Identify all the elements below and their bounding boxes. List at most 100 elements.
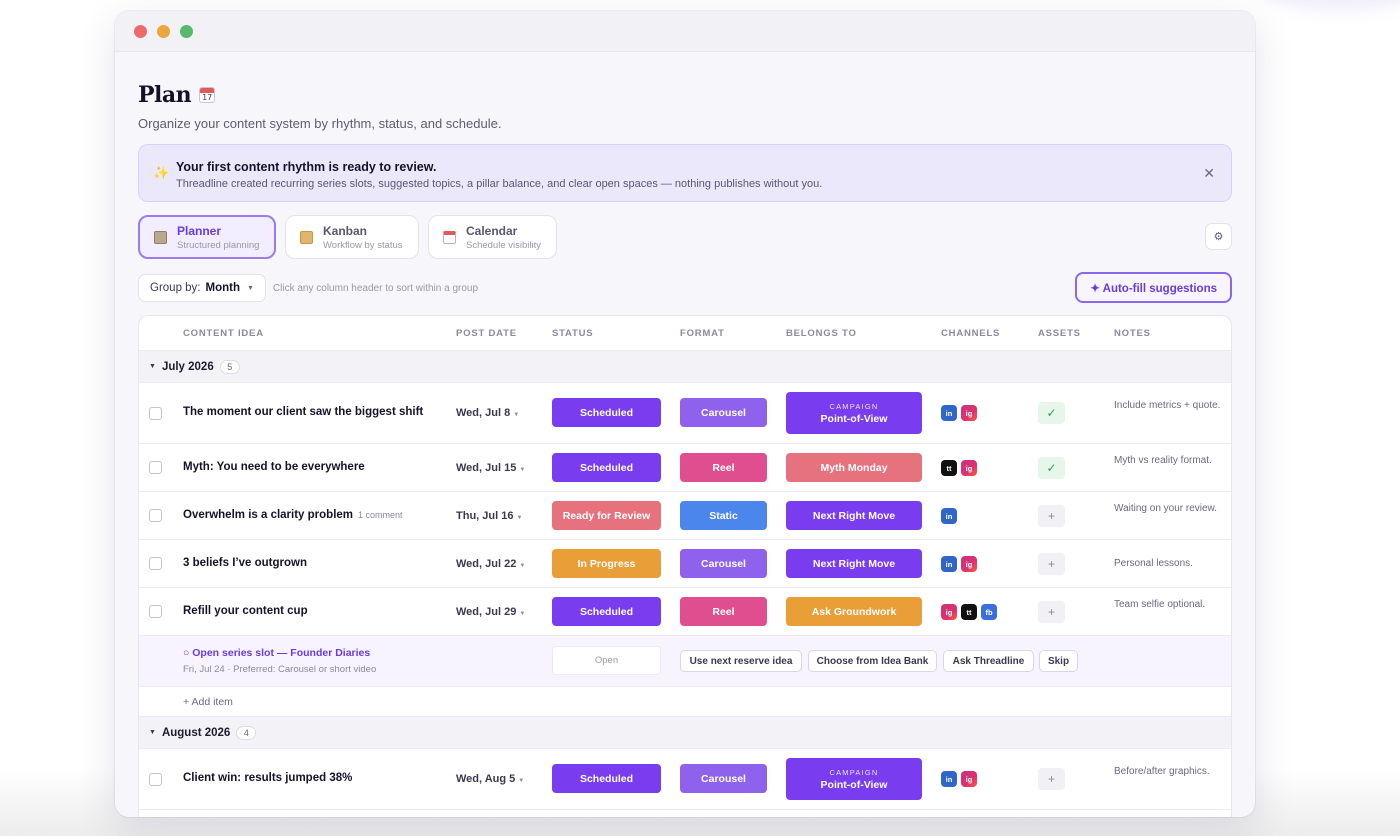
maximize-window-button[interactable] xyxy=(180,25,193,38)
date-text: Wed, Jul 29 xyxy=(456,606,517,618)
column-notes[interactable]: NOTES xyxy=(1114,328,1151,339)
status-pill[interactable]: Scheduled xyxy=(552,453,661,482)
format-pill[interactable]: Carousel xyxy=(680,764,767,793)
group-by-value: Month xyxy=(205,282,240,294)
column-status[interactable]: STATUS xyxy=(552,328,593,339)
add-asset-icon[interactable]: + xyxy=(1038,505,1065,527)
post-date[interactable]: Thu, Jul 16 ▼ xyxy=(456,510,522,522)
column-belongs-to[interactable]: BELONGS TO xyxy=(786,328,857,339)
table-row[interactable]: Overwhelm is a clarity problem 1 comment… xyxy=(139,491,1231,539)
status-pill[interactable]: Scheduled xyxy=(552,398,661,427)
campaign-kicker: CAMPAIGN xyxy=(829,767,879,777)
date-text: Thu, Jul 16 xyxy=(456,510,514,522)
format-pill[interactable]: Static xyxy=(680,501,767,530)
row-checkbox[interactable] xyxy=(149,557,162,570)
banner-close-icon[interactable]: ✕ xyxy=(1203,165,1215,182)
group-header-august[interactable]: ▼ August 2026 4 xyxy=(139,716,1231,748)
date-text: Wed, Jul 22 xyxy=(456,558,517,570)
column-content-idea[interactable]: CONTENT IDEA xyxy=(183,328,264,339)
status-pill[interactable]: Ready for Review xyxy=(552,501,661,530)
content-idea-title[interactable]: Overwhelm is a clarity problem 1 comment xyxy=(183,509,403,521)
content-idea-title[interactable]: Client win: results jumped 38% xyxy=(183,772,352,784)
table-row[interactable]: Client win: results jumped 38% Wed, Aug … xyxy=(139,748,1231,809)
add-asset-icon[interactable]: + xyxy=(1038,601,1065,623)
row-checkbox[interactable] xyxy=(149,509,162,522)
post-date[interactable]: Wed, Jul 15 ▼ xyxy=(456,462,525,474)
choose-from-idea-bank-button[interactable]: Choose from Idea Bank xyxy=(808,650,937,672)
add-item-button[interactable]: + Add item xyxy=(183,696,233,708)
row-checkbox[interactable] xyxy=(149,407,162,420)
content-idea-title[interactable]: Myth: You need to be everywhere xyxy=(183,461,365,473)
auto-fill-suggestions-button[interactable]: ✦ Auto-fill suggestions xyxy=(1075,272,1232,303)
add-asset-icon[interactable]: + xyxy=(1038,768,1065,790)
belongs-to-pill[interactable]: Myth Monday xyxy=(786,453,922,482)
instagram-icon: ig xyxy=(961,771,977,787)
ask-threadline-button[interactable]: Ask Threadline xyxy=(943,650,1034,672)
collapse-triangle-icon: ▼ xyxy=(149,363,156,370)
minimize-window-button[interactable] xyxy=(157,25,170,38)
table-row[interactable]: The moment our client saw the biggest sh… xyxy=(139,382,1231,443)
group-count: 5 xyxy=(219,359,240,374)
table-row[interactable]: 3 beliefs I’ve outgrown Wed, Jul 22 ▼ In … xyxy=(139,539,1231,587)
page-heading: Plan 17 xyxy=(138,82,1232,108)
open-slot-subtitle: Fri, Jul 24 · Preferred: Carousel or sho… xyxy=(183,664,377,675)
table-row[interactable]: Refill your content cup Wed, Jul 29 ▼ Sch… xyxy=(139,587,1231,635)
sparkle-icon: ✨ xyxy=(153,165,170,180)
folder-icon xyxy=(300,230,313,244)
belongs-to-pill[interactable]: CAMPAIGN Point-of-View xyxy=(786,758,922,800)
column-post-date[interactable]: POST DATE xyxy=(456,328,517,339)
row-note: Include metrics + quote. xyxy=(1114,400,1221,411)
belongs-to-pill[interactable]: Next Right Move xyxy=(786,501,922,530)
close-window-button[interactable] xyxy=(134,25,147,38)
channel-list: in ig xyxy=(941,556,977,572)
content-idea-title[interactable]: 3 beliefs I’ve outgrown xyxy=(183,557,307,569)
format-pill[interactable]: Carousel xyxy=(680,549,767,578)
content-idea-title[interactable]: The moment our client saw the biggest sh… xyxy=(183,406,423,418)
chevron-down-icon: ▼ xyxy=(516,515,523,521)
belongs-to-pill[interactable]: Next Right Move xyxy=(786,549,922,578)
table-row-partial xyxy=(139,809,1231,817)
status-pill[interactable]: Scheduled xyxy=(552,597,661,626)
column-format[interactable]: FORMAT xyxy=(680,328,725,339)
post-date[interactable]: Wed, Jul 29 ▼ xyxy=(456,606,525,618)
app-window: Plan 17 Organize your content system by … xyxy=(115,11,1255,817)
group-by-dropdown[interactable]: Group by: Month ▼ xyxy=(138,274,266,302)
add-asset-icon[interactable]: + xyxy=(1038,553,1065,575)
tab-planner[interactable]: Planner Structured planning xyxy=(138,215,276,259)
use-next-reserve-idea-button[interactable]: Use next reserve idea xyxy=(680,650,802,672)
asset-check-icon[interactable]: ✓ xyxy=(1038,402,1065,424)
comment-count[interactable]: 1 comment xyxy=(358,510,403,520)
format-pill[interactable]: Carousel xyxy=(680,398,767,427)
column-assets[interactable]: ASSETS xyxy=(1038,328,1081,339)
idea-text: Myth: You need to be everywhere xyxy=(183,461,365,473)
tab-calendar[interactable]: Calendar Schedule visibility xyxy=(428,215,557,259)
content-idea-title[interactable]: Refill your content cup xyxy=(183,605,308,617)
row-checkbox[interactable] xyxy=(149,605,162,618)
view-switcher: Planner Structured planning Kanban Workf… xyxy=(138,215,1232,259)
post-date[interactable]: Wed, Jul 22 ▼ xyxy=(456,558,525,570)
linkedin-icon: in xyxy=(941,405,957,421)
status-pill[interactable]: In Progress xyxy=(552,549,661,578)
row-checkbox[interactable] xyxy=(149,773,162,786)
group-by-label: Group by: xyxy=(150,282,201,294)
asset-check-icon[interactable]: ✓ xyxy=(1038,457,1065,479)
format-pill[interactable]: Reel xyxy=(680,453,767,482)
post-date[interactable]: Wed, Jul 8 ▼ xyxy=(456,407,519,419)
belongs-to-pill[interactable]: CAMPAIGN Point-of-View xyxy=(786,392,922,434)
post-date[interactable]: Wed, Aug 5 ▼ xyxy=(456,773,524,785)
row-checkbox[interactable] xyxy=(149,461,162,474)
status-pill[interactable]: Scheduled xyxy=(552,764,661,793)
tiktok-icon: tt xyxy=(941,460,957,476)
belongs-to-pill[interactable]: Ask Groundwork xyxy=(786,597,922,626)
tab-kanban[interactable]: Kanban Workflow by status xyxy=(285,215,419,259)
format-pill[interactable]: Reel xyxy=(680,597,767,626)
group-header-july[interactable]: ▼ July 2026 5 xyxy=(139,350,1231,382)
table-row[interactable]: Myth: You need to be everywhere Wed, Jul… xyxy=(139,443,1231,491)
settings-gear-icon[interactable]: ⚙ xyxy=(1205,223,1232,250)
table-header: CONTENT IDEA POST DATE STATUS FORMAT BEL… xyxy=(139,316,1231,350)
chevron-down-icon: ▼ xyxy=(519,467,526,473)
date-text: Wed, Jul 8 xyxy=(456,407,511,419)
open-slot-title[interactable]: ○ Open series slot — Founder Diaries xyxy=(183,647,370,659)
skip-button[interactable]: Skip xyxy=(1039,650,1078,672)
column-channels[interactable]: CHANNELS xyxy=(941,328,1000,339)
